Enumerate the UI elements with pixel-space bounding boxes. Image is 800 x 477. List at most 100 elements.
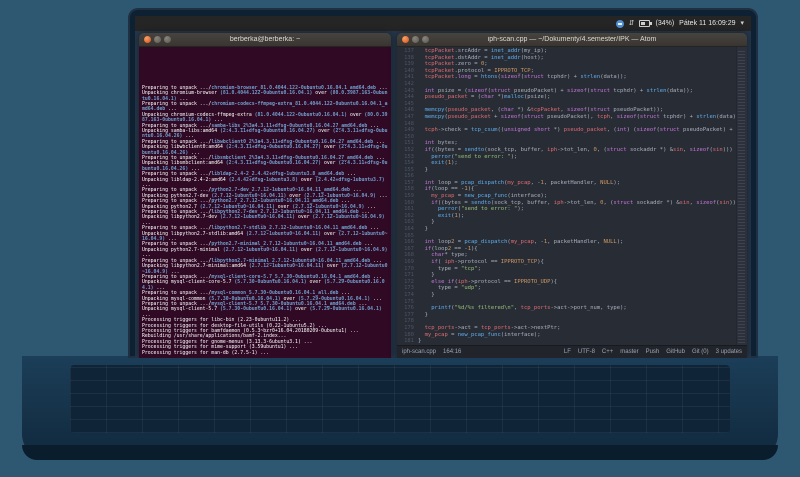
session-menu-icon[interactable]: ▾ bbox=[740, 20, 744, 27]
code-line[interactable]: 147 memcpy(pseudo_packet + sizeof(struct… bbox=[397, 114, 736, 121]
laptop-mockup: ⇵ (34%) Pátek 11 16:09:29 ▾ berberka@ber… bbox=[0, 0, 800, 477]
status-item[interactable]: GitHub bbox=[666, 349, 685, 355]
code-line[interactable]: 159 my_pcap = new_pcap_func(interface); bbox=[397, 193, 736, 200]
line-number: 175 bbox=[404, 298, 414, 305]
code-line[interactable]: 178 bbox=[397, 318, 736, 325]
line-number: 162 bbox=[404, 212, 414, 219]
laptop-screen: ⇵ (34%) Pátek 11 16:09:29 ▾ berberka@ber… bbox=[128, 8, 758, 358]
terminal-line: Unpacking chromium-browser (81.0.4044.12… bbox=[142, 91, 388, 102]
code-line[interactable]: 138 tcpPacket.dstAddr = inet_addr(host); bbox=[397, 55, 736, 62]
code-line[interactable]: 152 if((bytes = sendto(sock_tcp, buffer,… bbox=[397, 147, 736, 154]
line-number: 169 bbox=[404, 259, 414, 265]
line-number: 158 bbox=[404, 186, 414, 193]
line-number: 145 bbox=[404, 100, 414, 107]
code-line[interactable]: 139 tcpPacket.zero = 0; bbox=[397, 61, 736, 68]
editor-statusbar: iph-scan.cpp 164:16 LF UTF-8 C++ master Push… bbox=[397, 345, 747, 358]
network-icon[interactable]: ⇵ bbox=[629, 20, 635, 27]
code-line[interactable]: 142 bbox=[397, 81, 736, 88]
terminal-line: Unpacking chromium-codecs-ffmpeg-extra (… bbox=[142, 112, 388, 124]
code-line[interactable]: 137 tcpPacket.srcAddr = inet_addr(my_ip)… bbox=[397, 48, 736, 55]
line-number: 161 bbox=[404, 206, 414, 213]
maximize-button[interactable] bbox=[164, 36, 171, 43]
terminal-line: Unpacking mysql-client-5.7 (5.7.30-0ubun… bbox=[142, 307, 382, 318]
line-number: 170 bbox=[404, 265, 414, 272]
code-line[interactable]: 161 perror("send to error: "); bbox=[397, 206, 736, 213]
terminal-output[interactable]: Preparing to unpack .../chromium-browser… bbox=[139, 47, 391, 358]
code-line[interactable]: 167 if(loop2 == -1){ bbox=[397, 246, 736, 253]
minimize-button[interactable] bbox=[154, 36, 161, 43]
code-line[interactable]: 140 tcpPacket.protocol = IPPROTO_TCP; bbox=[397, 68, 736, 75]
code-line[interactable]: 174 } bbox=[397, 292, 736, 299]
terminal-line: Unpacking libpython2.7-stdlib:amd64 (2.7… bbox=[142, 231, 388, 243]
line-number: 151 bbox=[404, 140, 414, 147]
battery-icon[interactable] bbox=[639, 20, 653, 27]
code-line[interactable]: 181} bbox=[397, 338, 736, 345]
code-line[interactable]: 177 } bbox=[397, 312, 736, 319]
line-number: 157 bbox=[404, 179, 414, 186]
battery-percentage[interactable]: (34%) bbox=[655, 20, 674, 27]
terminal-line: Unpacking mysql-client-core-5.7 (5.7.30-… bbox=[142, 280, 385, 291]
clock[interactable]: Pátek 11 16:09:29 bbox=[679, 20, 735, 27]
minimize-button[interactable] bbox=[412, 36, 419, 43]
terminal-line: Unpacking libpython2.7-minimal:amd64 (2.… bbox=[142, 264, 388, 275]
code-line[interactable]: 141 tcpPacket.long = htons(sizeof(struct… bbox=[397, 74, 736, 81]
code-line[interactable]: 162 exit(1); bbox=[397, 213, 736, 220]
code-line[interactable]: 170 type = "tcp"; bbox=[397, 266, 736, 273]
code-line[interactable]: 143 int psize = (sizeof(struct pseudoPac… bbox=[397, 88, 736, 95]
code-line[interactable]: 150 bbox=[397, 134, 736, 141]
code-line[interactable]: 146 memcpy(pseudo_packet, (char *) &tcpP… bbox=[397, 107, 736, 114]
code-line[interactable]: 156 bbox=[397, 173, 736, 180]
code-line[interactable]: 164 } bbox=[397, 226, 736, 233]
code-line[interactable]: 172 else if(iph->protocol == IPPROTO_UDP… bbox=[397, 279, 736, 286]
messages-icon[interactable] bbox=[615, 19, 624, 28]
laptop-base bbox=[22, 356, 778, 460]
status-item[interactable]: LF bbox=[564, 349, 571, 355]
terminal-line: Preparing to unpack .../chromium-codecs-… bbox=[142, 101, 388, 113]
status-item[interactable]: Git (0) bbox=[692, 349, 709, 355]
status-item[interactable]: UTF-8 bbox=[578, 349, 595, 355]
code-line[interactable]: 145 bbox=[397, 101, 736, 108]
code-line[interactable]: 149 tcph->check = tcp_csum((unsigned sho… bbox=[397, 127, 736, 134]
close-button[interactable] bbox=[402, 36, 409, 43]
code-line[interactable]: 179 tcp_ports->act = tcp_ports->act->nex… bbox=[397, 325, 736, 332]
code-line[interactable]: 176 printf("%d/%s filtered\n", tcp_ports… bbox=[397, 305, 736, 312]
line-number: 144 bbox=[404, 94, 414, 101]
code-line[interactable]: 144 pseudo_packet = (char *)malloc(psize… bbox=[397, 94, 736, 101]
status-item[interactable]: master bbox=[620, 349, 638, 355]
code-line[interactable]: 154 exit(1); bbox=[397, 160, 736, 167]
code-line[interactable]: 166 int loop2 = pcap_dispatch(my_pcap, -… bbox=[397, 239, 736, 246]
code-line[interactable]: 160 if((bytes = sendto(sock_tcp, buffer,… bbox=[397, 200, 736, 207]
code-line[interactable]: 175 bbox=[397, 299, 736, 306]
code-line[interactable]: 163 } bbox=[397, 219, 736, 226]
maximize-button[interactable] bbox=[422, 36, 429, 43]
code-line[interactable]: 158 if(loop == -1){ bbox=[397, 186, 736, 193]
code-line[interactable]: 151 int bytes; bbox=[397, 140, 736, 147]
terminal-titlebar[interactable]: berberka@berberka: ~ bbox=[139, 33, 391, 47]
status-cursor-position[interactable]: 164:16 bbox=[443, 349, 461, 355]
code-line[interactable]: 171 } bbox=[397, 272, 736, 279]
code-line[interactable]: 155 } bbox=[397, 167, 736, 174]
code-line[interactable]: 153 perror("send to error: "); bbox=[397, 154, 736, 161]
code-line[interactable]: 169 if( iph->protocol == IPPROTO_TCP){ bbox=[397, 259, 736, 266]
close-button[interactable] bbox=[144, 36, 151, 43]
editor-lines[interactable]: 137 tcpPacket.srcAddr = inet_addr(my_ip)… bbox=[397, 47, 736, 345]
line-number: 138 bbox=[404, 54, 414, 61]
status-item[interactable]: C++ bbox=[602, 349, 613, 355]
line-number: 173 bbox=[404, 285, 414, 292]
code-line[interactable]: 173 type = "udp"; bbox=[397, 285, 736, 292]
code-line[interactable]: 168 char* type; bbox=[397, 252, 736, 259]
status-right-items: LF UTF-8 C++ master Push GitHub Git (0) 3 updat… bbox=[564, 349, 742, 355]
editor-titlebar[interactable]: iph-scan.cpp — ~/Dokumenty/4.semester/IP… bbox=[397, 33, 747, 47]
minimap[interactable] bbox=[736, 47, 747, 345]
status-item[interactable]: Push bbox=[646, 349, 660, 355]
code-line[interactable]: 157 int loop = pcap_dispatch(my_pcap, -1… bbox=[397, 180, 736, 187]
line-number: 152 bbox=[404, 146, 414, 153]
status-item[interactable]: 3 updates bbox=[716, 349, 742, 355]
editor-pane: 137 tcpPacket.srcAddr = inet_addr(my_ip)… bbox=[397, 47, 747, 345]
code-line[interactable]: 148 bbox=[397, 121, 736, 128]
status-file[interactable]: iph-scan.cpp bbox=[402, 349, 436, 355]
line-number: 140 bbox=[404, 67, 414, 74]
code-line[interactable]: 165 bbox=[397, 233, 736, 240]
code-line[interactable]: 180 my_pcap = new_pcap_func(interface); bbox=[397, 332, 736, 339]
terminal-line: Unpacking libpython2.7-dev (2.7.12-1ubun… bbox=[142, 215, 385, 226]
